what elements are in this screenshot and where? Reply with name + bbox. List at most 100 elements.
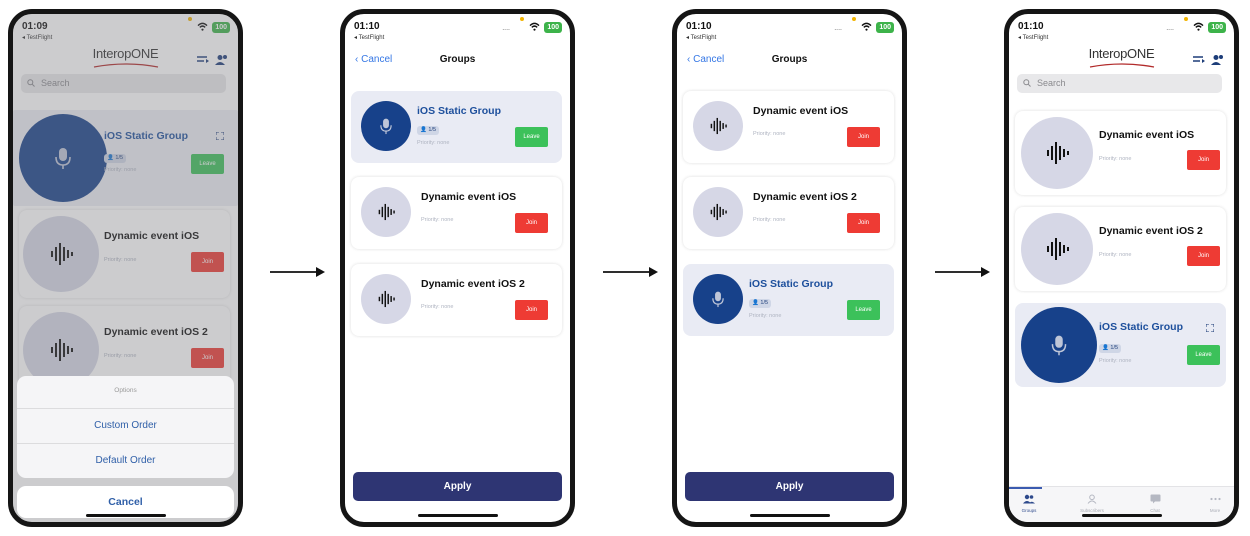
group-card[interactable]: iOS Static Group 👤 1/5 Priority: none Le…	[683, 264, 894, 336]
leave-button[interactable]: Leave	[847, 300, 880, 320]
audio-wave-icon	[710, 117, 727, 135]
member-count: 1/5	[1110, 345, 1119, 351]
group-name: Dynamic event iOS	[421, 191, 517, 203]
orange-dot-icon	[852, 17, 856, 21]
group-name: Dynamic event iOS	[753, 105, 849, 117]
flow-arrow-icon	[603, 267, 658, 277]
status-time: 01:10	[354, 21, 380, 32]
tab-subscribers[interactable]: Subscribers	[1072, 493, 1112, 513]
priority-label: Priority: none	[421, 304, 454, 310]
join-button[interactable]: Join	[1187, 150, 1220, 170]
group-card[interactable]: Dynamic event iOS Priority: none Join	[351, 177, 562, 249]
flow-arrow-icon	[935, 267, 990, 277]
audio-wave-icon	[1047, 238, 1069, 260]
join-button[interactable]: Join	[847, 127, 880, 147]
status-bar: 01:10 ◂ TestFlight .... 100	[1009, 14, 1234, 46]
join-button[interactable]: Join	[515, 300, 548, 320]
status-time: 01:10	[686, 21, 712, 32]
tab-label: Chat	[1150, 508, 1160, 513]
bottom-tab-bar: Groups Subscribers Chat More	[1009, 486, 1234, 522]
expand-icon[interactable]	[1206, 324, 1214, 332]
group-name: iOS Static Group	[1099, 321, 1184, 333]
status-bar: 01:10 ◂ TestFlight .... 100	[677, 14, 902, 46]
group-card[interactable]: Dynamic event iOS Priority: none Join	[1015, 111, 1226, 195]
tab-more[interactable]: More	[1195, 493, 1234, 513]
chat-icon	[1150, 494, 1160, 504]
group-name: Dynamic event iOS 2	[421, 278, 525, 290]
member-count-badge: 👤 1/5	[417, 126, 440, 135]
custom-order-option[interactable]: Custom Order	[17, 409, 234, 444]
search-input[interactable]: Search	[1017, 74, 1222, 93]
page-title: Groups	[771, 54, 808, 65]
group-name: iOS Static Group	[417, 105, 502, 117]
home-indicator	[417, 514, 498, 517]
member-count-badge: 👤 1/5	[749, 299, 772, 308]
join-button[interactable]: Join	[847, 213, 880, 233]
wave-avatar	[693, 101, 743, 151]
wifi-icon	[1193, 22, 1204, 31]
users-icon[interactable]	[1211, 54, 1225, 66]
member-count: 1/5	[428, 127, 437, 133]
tab-groups[interactable]: Groups	[1009, 493, 1049, 513]
signal-icon: ....	[834, 25, 842, 32]
group-card[interactable]: Dynamic event iOS 2 Priority: none Join	[351, 264, 562, 336]
wifi-icon	[861, 22, 872, 31]
group-card[interactable]: Dynamic event iOS Priority: none Join	[683, 91, 894, 163]
testflight-back[interactable]: ◂ TestFlight	[686, 34, 716, 41]
priority-label: Priority: none	[1099, 156, 1132, 162]
group-card[interactable]: Dynamic event iOS 2 Priority: none Join	[1015, 207, 1226, 291]
page-title: Groups	[439, 54, 476, 65]
audio-wave-icon	[378, 290, 395, 308]
signal-icon: ....	[502, 25, 510, 32]
testflight-back[interactable]: ◂ TestFlight	[1018, 34, 1048, 41]
wave-avatar	[361, 274, 411, 324]
priority-label: Priority: none	[1099, 358, 1132, 364]
leave-button[interactable]: Leave	[1187, 345, 1220, 365]
mic-avatar	[1021, 307, 1097, 383]
orange-dot-icon	[1184, 17, 1188, 21]
audio-wave-icon	[1047, 142, 1069, 164]
group-name: iOS Static Group	[749, 278, 834, 290]
testflight-back[interactable]: ◂ TestFlight	[354, 34, 384, 41]
signal-icon: ....	[1166, 25, 1174, 32]
phone-screen-3: 01:10 ◂ TestFlight .... 100 ‹ Cancel Gro…	[672, 9, 907, 527]
wave-avatar	[361, 187, 411, 237]
tab-label: Subscribers	[1080, 508, 1104, 513]
home-indicator	[85, 514, 166, 517]
phone-screen-2: 01:10 ◂ TestFlight .... 100 ‹ Cancel Gro…	[340, 9, 575, 527]
leave-button[interactable]: Leave	[515, 127, 548, 147]
flow-arrow-icon	[270, 267, 325, 277]
tab-chat[interactable]: Chat	[1135, 493, 1175, 513]
wave-avatar	[1021, 117, 1093, 189]
apply-button[interactable]: Apply	[353, 472, 562, 501]
group-name: Dynamic event iOS	[1099, 129, 1195, 141]
group-card[interactable]: iOS Static Group 👤 1/5 Priority: none Le…	[351, 91, 562, 163]
tab-label: More	[1209, 508, 1221, 513]
apply-button[interactable]: Apply	[685, 472, 894, 501]
sort-icon[interactable]	[1192, 54, 1206, 66]
group-card[interactable]: Dynamic event iOS 2 Priority: none Join	[683, 177, 894, 249]
active-tab-indicator	[1009, 487, 1042, 489]
priority-label: Priority: none	[1099, 252, 1132, 258]
groups-icon	[1023, 494, 1035, 504]
join-button[interactable]: Join	[1187, 246, 1220, 266]
microphone-icon	[380, 118, 392, 135]
options-action-sheet: Options Custom Order Default Order	[17, 376, 234, 478]
tab-label: Groups	[1021, 508, 1037, 513]
logo-swoosh-icon	[1089, 63, 1154, 68]
default-order-option[interactable]: Default Order	[17, 444, 234, 478]
mic-avatar	[361, 101, 411, 151]
join-button[interactable]: Join	[515, 213, 548, 233]
priority-label: Priority: none	[753, 131, 786, 137]
wave-avatar	[1021, 213, 1093, 285]
battery-icon: 100	[544, 22, 562, 33]
priority-label: Priority: none	[753, 217, 786, 223]
group-card[interactable]: iOS Static Group 👤 1/5 Priority: none Le…	[1015, 303, 1226, 387]
audio-wave-icon	[378, 203, 395, 221]
status-bar: 01:10 ◂ TestFlight .... 100	[345, 14, 570, 46]
phone-screen-4: 01:10 ◂ TestFlight .... 100 InteropONE S…	[1004, 9, 1239, 527]
status-time: 01:10	[1018, 21, 1044, 32]
search-icon	[1023, 79, 1031, 87]
subscribers-icon	[1087, 494, 1097, 504]
orange-dot-icon	[520, 17, 524, 21]
